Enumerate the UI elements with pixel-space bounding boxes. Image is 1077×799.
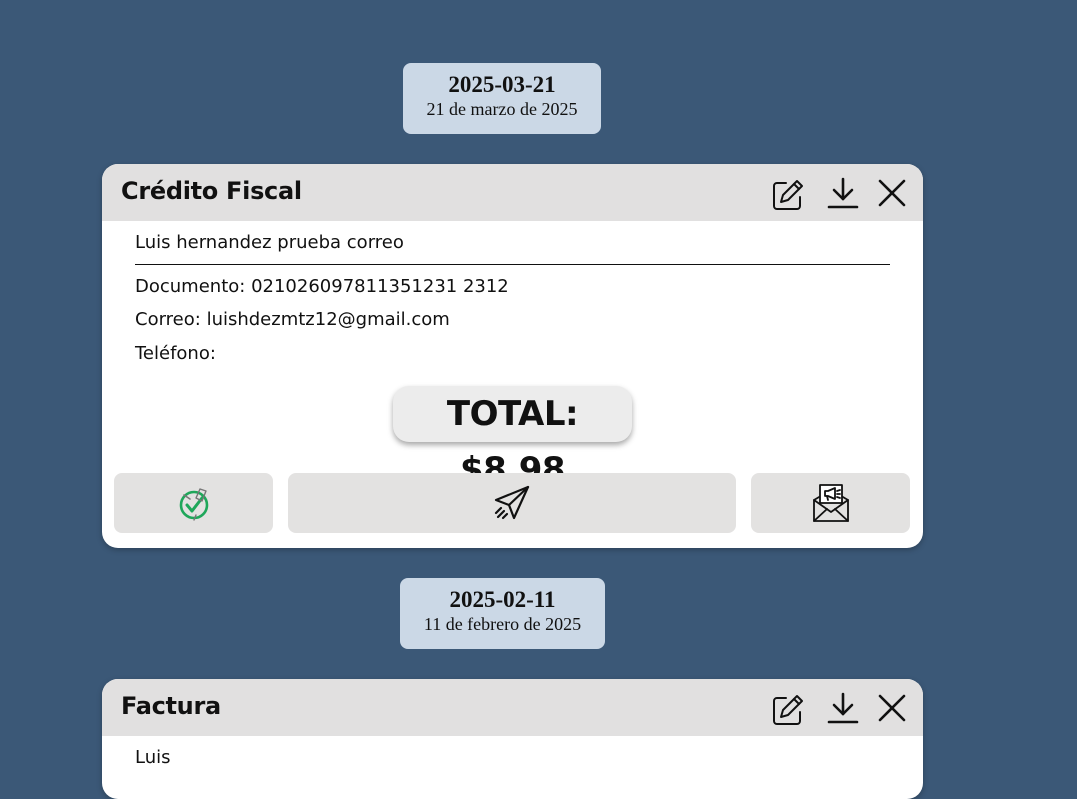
document-card: Factura Luis: [102, 679, 923, 799]
mail-campaign-button[interactable]: [751, 473, 910, 533]
edit-icon[interactable]: [771, 693, 805, 727]
send-button[interactable]: [288, 473, 736, 533]
date-iso: 2025-03-21: [448, 72, 556, 97]
total-badge: TOTAL: $8.98: [393, 386, 632, 490]
telefono-label: Teléfono:: [135, 343, 216, 364]
approve-button[interactable]: [114, 473, 273, 533]
total-label: TOTAL:: [446, 394, 579, 434]
date-long: 11 de febrero de 2025: [423, 614, 582, 634]
close-icon[interactable]: [875, 691, 909, 725]
paper-plane-icon: [494, 485, 530, 520]
date-badge: 2025-02-11 11 de febrero de 2025: [400, 578, 605, 649]
divider: [135, 264, 890, 265]
close-icon[interactable]: [875, 176, 909, 210]
correo-line: Correo: luishdezmtz12@gmail.com: [135, 309, 450, 330]
card-title: Crédito Fiscal: [121, 177, 302, 205]
documento-value: 021026097811351231 2312: [251, 276, 509, 297]
date-badge: 2025-03-21 21 de marzo de 2025: [403, 63, 601, 134]
date-iso: 2025-02-11: [449, 587, 556, 612]
card-header: Crédito Fiscal: [102, 164, 923, 221]
documento-line: Documento: 021026097811351231 2312: [135, 276, 509, 297]
documento-label: Documento:: [135, 276, 246, 297]
client-name: Luis hernandez prueba correo: [135, 232, 404, 253]
card-title: Factura: [121, 692, 221, 720]
telefono-line: Teléfono:: [135, 343, 222, 364]
download-icon[interactable]: [826, 176, 860, 210]
correo-label: Correo:: [135, 309, 201, 330]
edit-icon[interactable]: [771, 178, 805, 212]
document-card: Crédito Fiscal Luis hernandez prueba cor…: [102, 164, 923, 548]
envelope-megaphone-icon: [812, 484, 849, 522]
date-long: 21 de marzo de 2025: [426, 99, 578, 119]
download-icon[interactable]: [826, 691, 860, 725]
check-circle-icon: [179, 488, 208, 521]
card-header: Factura: [102, 679, 923, 736]
correo-value: luishdezmtz12@gmail.com: [206, 309, 450, 330]
